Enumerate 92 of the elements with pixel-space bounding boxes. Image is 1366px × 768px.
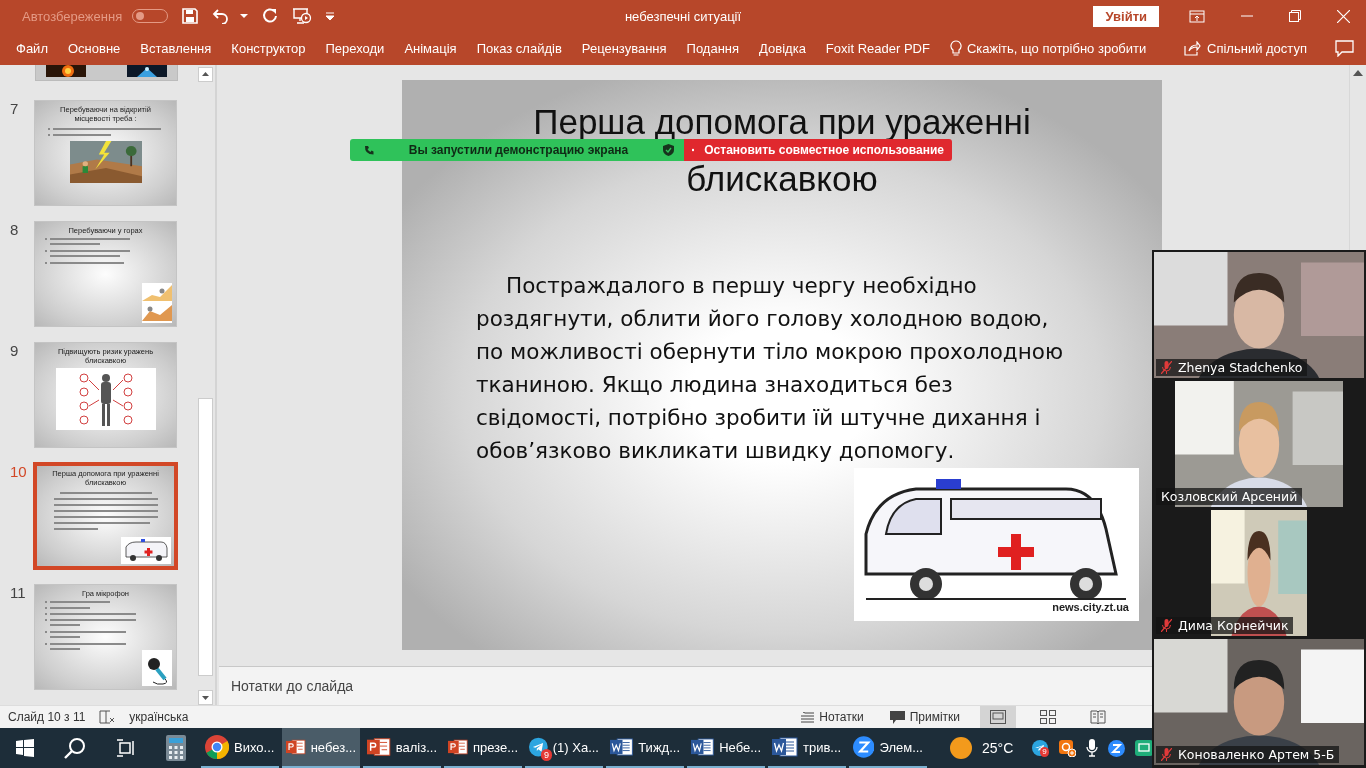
window-title: небезпечні ситуації — [624, 8, 742, 24]
share-icon — [1184, 41, 1202, 56]
participant-name: Zhenya Stadchenko — [1178, 360, 1303, 375]
taskbar-app-button[interactable]: небез... — [282, 728, 360, 768]
microphone-icon[interactable] — [1086, 739, 1099, 757]
ribbon-tab[interactable]: Показ слайдів — [466, 37, 572, 60]
zoom-tray-icon[interactable] — [1108, 739, 1126, 757]
shield-icon — [663, 144, 674, 156]
share-button[interactable]: Спільний доступ — [1178, 40, 1313, 57]
image-credit: news.city.zt.ua — [1052, 601, 1129, 613]
phone-icon — [364, 145, 374, 155]
ambulance-drawing — [121, 537, 171, 564]
save-icon[interactable] — [182, 8, 199, 24]
language-label[interactable]: українська — [129, 710, 189, 724]
calculator-icon[interactable] — [166, 735, 186, 761]
unread-badge: 9 — [1040, 747, 1049, 757]
taskbar-app-button[interactable]: Элем... — [849, 728, 927, 768]
ribbon-tab[interactable]: Основне — [57, 37, 131, 60]
caret-icon[interactable] — [240, 13, 249, 19]
scroll-down-icon[interactable] — [198, 690, 213, 705]
close-icon[interactable] — [1337, 9, 1350, 23]
taskbar-app-button[interactable]: валіз... — [363, 728, 441, 768]
telegram-icon — [529, 735, 548, 759]
powerpoint-icon — [367, 736, 391, 758]
unread-badge: 9 — [541, 749, 552, 761]
scroll-up-icon[interactable] — [1353, 69, 1363, 77]
customize-icon[interactable] — [326, 12, 335, 20]
slide-number: 9 — [9, 342, 20, 359]
tell-me-field[interactable]: Скажіть, що потрібно зробити — [943, 39, 1153, 58]
ribbon-tab[interactable]: Файл — [6, 37, 58, 60]
slideshow-icon[interactable] — [292, 7, 313, 25]
slide-number: 7 — [9, 100, 20, 117]
undo-icon[interactable] — [212, 8, 231, 24]
comment-icon — [889, 710, 905, 724]
slide-title: блискавкою — [686, 161, 878, 197]
restore-icon[interactable] — [1289, 10, 1301, 22]
ribbon-tab[interactable]: Переходи — [315, 37, 395, 60]
accessibility-icon[interactable] — [99, 710, 116, 724]
slide-title: Перша допомога при ураженні — [533, 104, 1031, 140]
ribbon-tab[interactable]: Анімація — [394, 37, 467, 60]
sign-in-button[interactable]: Увійти — [1093, 5, 1159, 27]
ribbon-tab[interactable]: Рецензування — [571, 37, 677, 60]
word-icon — [610, 736, 634, 758]
taskbar-app-button[interactable]: Тижд... — [606, 728, 684, 768]
ribbon-tab[interactable]: Foxit Reader PDF — [815, 37, 940, 60]
taskbar-app-button[interactable]: 9 (1) Ха... — [525, 728, 603, 768]
slide-number: 10 — [9, 463, 28, 480]
grid-icon — [1040, 710, 1056, 724]
normal-view-button[interactable] — [980, 706, 1016, 728]
participant-name: Коноваленко Артем 5-Б — [1178, 747, 1335, 762]
slide-number: 11 — [9, 584, 27, 601]
ribbon-tab[interactable]: Довідка — [749, 37, 816, 60]
screen-share-icon[interactable] — [1058, 739, 1077, 757]
word-icon — [772, 736, 798, 758]
sun-icon[interactable] — [950, 737, 972, 759]
ribbon-display-icon[interactable] — [1189, 9, 1205, 23]
comment-icon[interactable] — [1335, 40, 1354, 57]
microphone-drawing — [142, 650, 172, 686]
lightbulb-icon — [949, 40, 962, 57]
participant-name: Козловский Арсений — [1161, 489, 1298, 504]
search-icon[interactable] — [64, 737, 86, 759]
notes-button[interactable]: Нотатки — [795, 710, 870, 724]
comments-button[interactable]: Примітки — [883, 710, 966, 724]
participant-name: Дима Корнейчик — [1178, 618, 1289, 633]
scroll-up-icon[interactable] — [198, 67, 213, 82]
taskbar-app-button[interactable]: трив... — [768, 728, 846, 768]
autosave-label: Автозбереження — [22, 8, 123, 24]
notes-field[interactable]: Нотатки до слайда — [219, 666, 1152, 705]
taskbar-app-button[interactable]: Небе... — [687, 728, 765, 768]
cast-tray-icon[interactable] — [1135, 740, 1154, 756]
ribbon-tab[interactable]: Конструктор — [221, 37, 316, 60]
scrollbar-thumb[interactable] — [198, 398, 213, 676]
taskbar-app-button[interactable]: презе... — [444, 728, 522, 768]
ribbon-tab[interactable]: Подання — [676, 37, 750, 60]
slide-counter: Слайд 10 з 11 — [8, 710, 86, 724]
book-icon — [1090, 710, 1106, 724]
powerpoint-icon — [448, 736, 468, 758]
task-view-icon[interactable] — [116, 739, 136, 757]
zoom-icon — [853, 735, 875, 759]
taskbar-app-button[interactable]: Вихо... — [201, 728, 279, 768]
normal-view-icon — [990, 710, 1006, 724]
slide-number: 8 — [9, 221, 20, 238]
sharing-status-text: Вы запустили демонстрацию экрана — [407, 143, 630, 157]
chrome-icon — [205, 735, 229, 759]
redo-icon[interactable] — [262, 8, 279, 24]
weather-temperature[interactable]: 25°C — [982, 740, 1014, 756]
word-icon — [691, 736, 715, 758]
notes-icon — [801, 711, 815, 723]
stop-sharing-button[interactable]: Остановить совместное использование — [684, 139, 952, 161]
slide-text: Постраждалого в першу чергу необхідно роздягнути, облити його голову холодною водою, по можливості обернути тіло мокрою прохолодною тканиною. Якщо людина знаходиться без свідомості, потрібно зробити їй штучне дихання і обов’язково викликати швидку допомогу. — [476, 272, 1064, 465]
windows-start-icon[interactable] — [16, 739, 34, 757]
ribbon-tab[interactable]: Вставлення — [130, 37, 222, 60]
